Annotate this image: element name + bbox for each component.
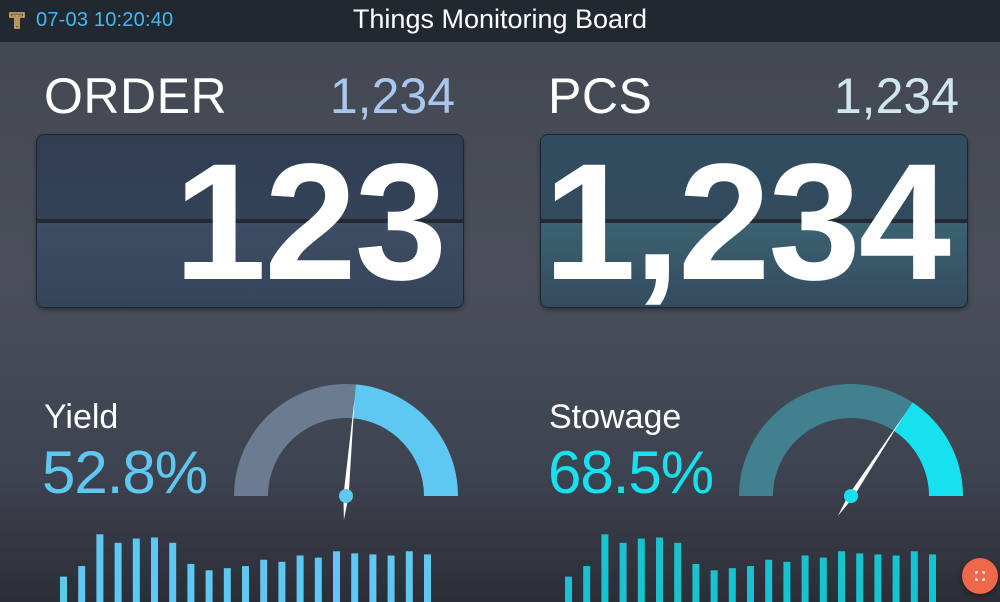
yield-gauge [234,383,458,520]
stowage-gauge-track [739,384,913,496]
fullscreen-button[interactable] [962,558,998,594]
order-counter-value: 123 [174,134,447,308]
stowage-bar [819,557,827,602]
yield-bar [369,554,377,602]
order-label: ORDER [44,68,228,124]
yield-bar [278,561,286,602]
yield-value: 52.8% [42,439,208,506]
pcs-target-value: 1,234 [833,68,959,124]
yield-bar [296,555,304,602]
yield-bar [424,554,431,602]
yield-bar [114,542,122,602]
yield-bar-chart [60,534,431,602]
yield-bar [260,559,268,602]
order-counter-display: 123 [36,134,464,308]
stowage-bar [728,568,736,602]
stowage-gauge-fill [893,402,963,496]
yield-gauge-track [234,383,356,496]
stowage-bar [892,555,900,602]
yield-bar [405,551,413,602]
stowage-bar [929,554,936,602]
stowage-bar [710,570,718,602]
pcs-counter-display: 1,234 [540,134,968,308]
yield-bar [314,557,322,602]
stowage-bar [838,551,845,602]
yield-bar [333,551,340,602]
stowage-bar [783,561,791,602]
stowage-bar [674,542,682,602]
yield-bar [60,576,67,602]
yield-bar [132,538,140,602]
yield-bar [187,563,195,602]
pcs-counter-value: 1,234 [543,134,951,308]
stowage-bar [619,542,627,602]
stowage-gauge-pivot [844,489,858,503]
stowage-bar [874,554,882,602]
stowage-gauge [739,384,963,517]
yield-bar [351,553,359,602]
stowage-bar [910,551,918,602]
yield-gauge-fill [352,384,458,496]
yield-bar [151,537,158,602]
stowage-bar [747,566,754,602]
yield-bar [96,534,104,602]
page-title: Things Monitoring Board [352,4,648,34]
yield-gauge-pivot [339,489,353,503]
stowage-bar [692,563,700,602]
fullscreen-icon [975,571,985,581]
stowage-label: Stowage [549,398,682,436]
stowage-bar [565,576,572,602]
stowage-bar [656,537,663,602]
yield-bar [242,566,249,602]
yield-bar [205,570,213,602]
top-bar: 07-03 10:20:40 Things Monitoring Board [0,0,1000,42]
yield-bar [223,568,231,602]
yield-label: Yield [44,398,119,436]
yield-bar [169,542,177,602]
stowage-bar [801,555,809,602]
stowage-bar [601,534,609,602]
stowage-bar [637,538,645,602]
yield-bar [387,555,395,602]
stowage-bar [856,553,864,602]
order-target-value: 1,234 [329,68,455,124]
yield-bar [78,566,86,602]
stowage-bar-chart [565,534,936,602]
stowage-bar [765,559,773,602]
pcs-label: PCS [548,68,653,124]
stowage-value: 68.5% [548,439,714,506]
stowage-bar [583,566,591,602]
